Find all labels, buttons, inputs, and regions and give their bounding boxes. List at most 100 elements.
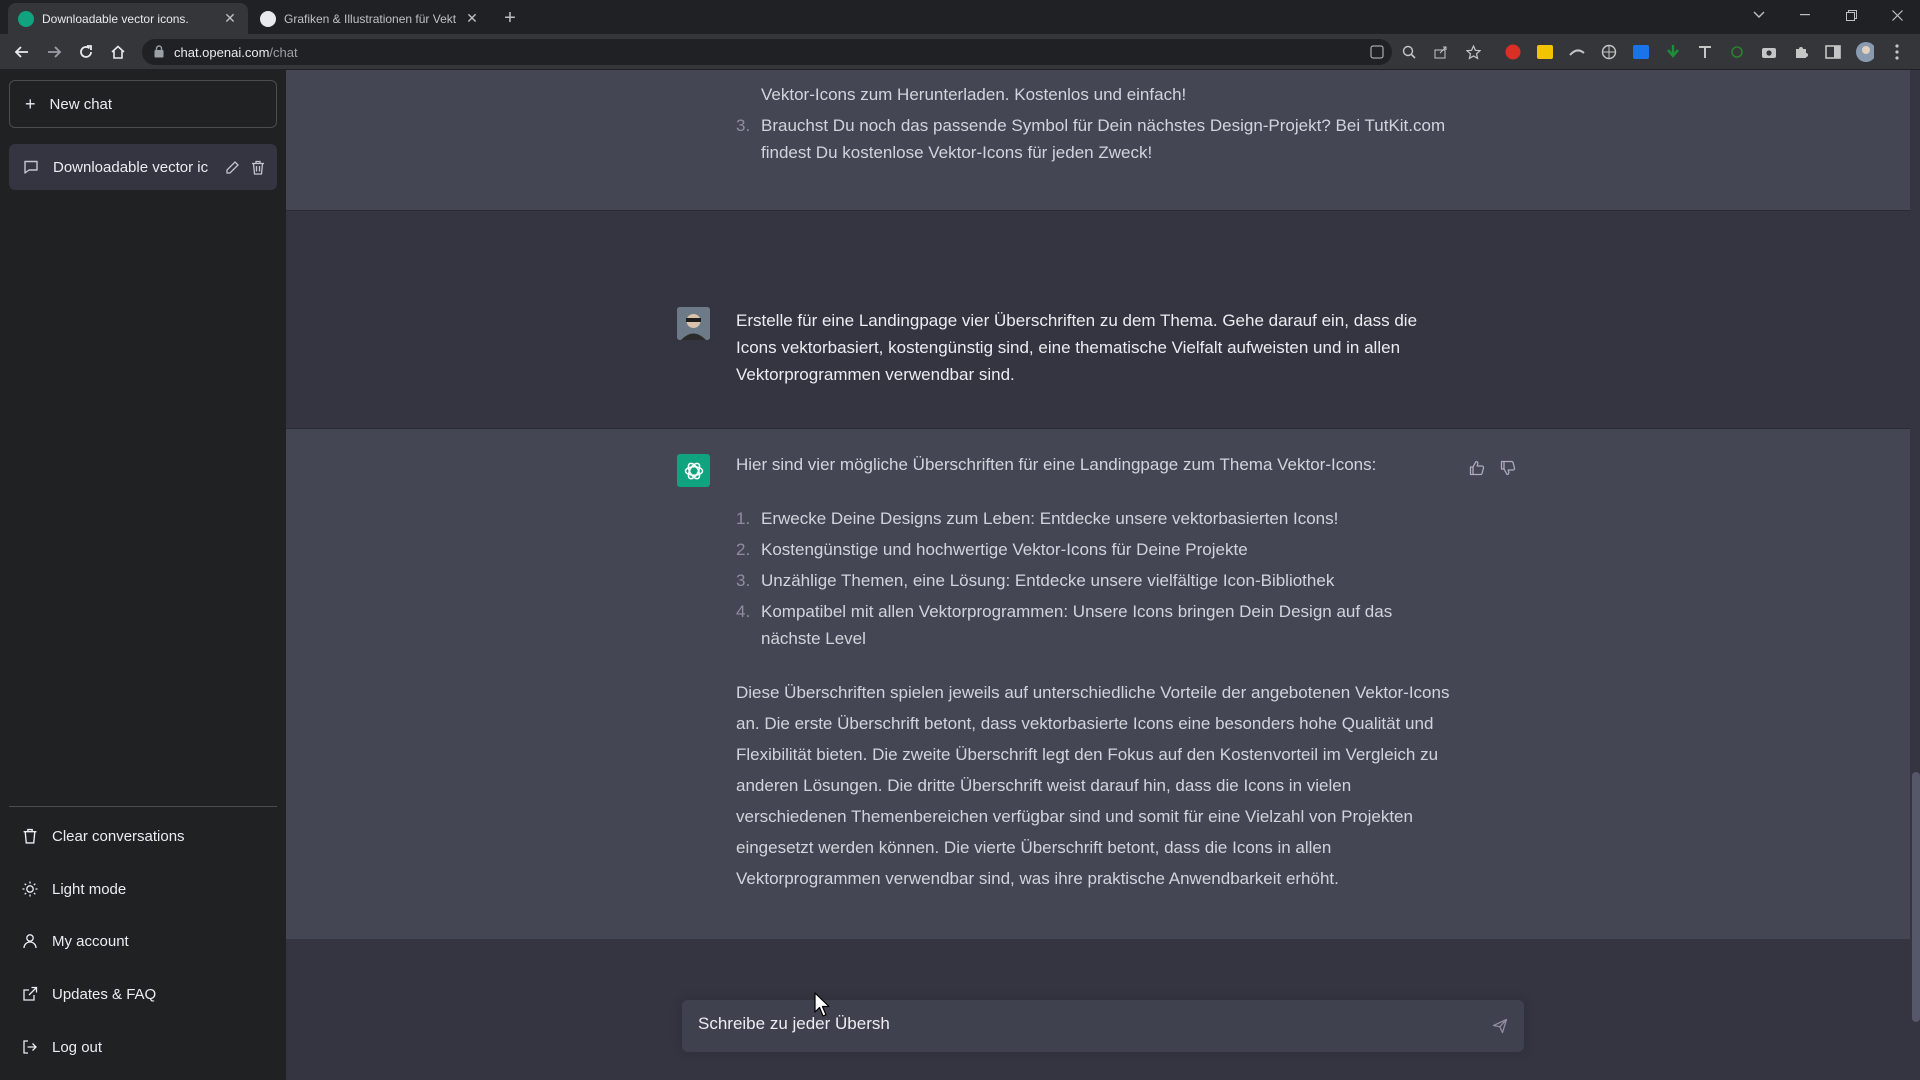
address-bar[interactable]: chat.openai.com/chat [142, 39, 1392, 65]
reply-paragraph: Diese Überschriften spielen jeweils auf … [736, 683, 1450, 888]
user-message-text: Erstelle für eine Landingpage vier Übers… [736, 311, 1418, 384]
list-item-text: Unzählige Themen, eine Lösung: Entdecke … [761, 571, 1335, 590]
window-close-icon[interactable] [1874, 0, 1920, 30]
tab-search-icon[interactable] [1736, 0, 1782, 30]
word-extension-icon[interactable] [1632, 43, 1650, 61]
list-number: 3. [736, 116, 751, 135]
list-item-text: Erwecke Deine Designs zum Leben: Entdeck… [761, 509, 1339, 528]
download-extension-icon[interactable] [1664, 43, 1682, 61]
new-chat-button[interactable]: + New chat [9, 80, 277, 128]
list-item: Vektor-Icons zum Herunterladen. Kostenlo… [736, 81, 1456, 108]
close-icon[interactable]: ✕ [222, 10, 238, 27]
tab-title: Grafiken & Illustrationen für Vekt [284, 11, 457, 26]
conversation-item[interactable]: Downloadable vector ic [9, 144, 277, 190]
thumbs-up-icon[interactable] [1466, 457, 1488, 479]
translate-icon[interactable] [1368, 43, 1386, 61]
tab-chatgpt[interactable]: Downloadable vector icons. ✕ [8, 3, 248, 34]
clear-conversations-button[interactable]: Clear conversations [9, 814, 277, 858]
user-message: Erstelle für eine Landingpage vier Übers… [286, 211, 1910, 429]
list-item-text: Vektor-Icons zum Herunterladen. Kostenlo… [761, 85, 1187, 104]
lock-icon[interactable] [154, 45, 164, 58]
reload-icon[interactable] [74, 40, 98, 64]
openai-logo-icon [677, 454, 710, 487]
new-tab-button[interactable]: + [498, 6, 522, 30]
light-mode-label: Light mode [52, 880, 127, 898]
previous-reply-text: Vektor-Icons zum Herunterladen. Kostenlo… [736, 81, 1456, 166]
restore-icon[interactable] [1828, 0, 1874, 30]
site-favicon-icon [260, 10, 276, 27]
tab-title: Downloadable vector icons. [42, 11, 189, 26]
logout-icon [22, 1039, 38, 1055]
plus-icon: + [25, 93, 36, 114]
globe-extension-icon[interactable] [1600, 43, 1618, 61]
light-mode-button[interactable]: Light mode [9, 867, 277, 911]
list-number: 1. [736, 509, 751, 528]
updates-faq-link[interactable]: Updates & FAQ [9, 972, 277, 1016]
scrollbar-thumb[interactable] [1912, 772, 1920, 1022]
my-account-label: My account [52, 932, 129, 950]
list-number: 4. [736, 602, 751, 621]
profile-avatar[interactable] [1856, 42, 1874, 62]
list-item: 1. Erwecke Deine Designs zum Leben: Entd… [736, 505, 1456, 532]
my-account-button[interactable]: My account [9, 919, 277, 963]
conversation-title: Downloadable vector ic [53, 158, 209, 176]
tools-extension-icon[interactable] [1696, 43, 1714, 61]
sun-icon [22, 881, 38, 897]
clear-conversations-label: Clear conversations [52, 827, 185, 845]
back-arrow-icon[interactable] [10, 40, 34, 64]
camera-extension-icon[interactable] [1760, 43, 1778, 61]
log-out-button[interactable]: Log out [9, 1025, 277, 1069]
share-icon[interactable] [1432, 43, 1450, 61]
side-panel-icon[interactable] [1824, 43, 1842, 61]
user-avatar [677, 307, 710, 340]
forward-arrow-icon[interactable] [42, 40, 66, 64]
headline-list: 1. Erwecke Deine Designs zum Leben: Entd… [736, 505, 1456, 652]
browser-toolbar: chat.openai.com/chat [0, 34, 1920, 70]
trash-icon [22, 828, 38, 844]
new-chat-label: New chat [49, 95, 113, 113]
browser-tab-bar: Downloadable vector icons. ✕ Grafiken & … [0, 0, 1920, 34]
list-item-text: Kompatibel mit allen Vektorprogrammen: U… [761, 602, 1393, 648]
minimize-icon[interactable] [1782, 0, 1828, 30]
list-item-text: Brauchst Du noch das passende Symbol für… [761, 116, 1446, 162]
updates-faq-label: Updates & FAQ [52, 985, 157, 1003]
mouse-cursor-icon [814, 992, 832, 1018]
thumbs-down-icon[interactable] [1497, 457, 1519, 479]
list-item-text: Kostengünstige und hochwertige Vektor-Ic… [761, 540, 1248, 559]
adblock-extension-icon[interactable] [1504, 43, 1522, 61]
chat-main: Vektor-Icons zum Herunterladen. Kostenlo… [286, 70, 1920, 1080]
notes-extension-icon[interactable] [1536, 43, 1554, 61]
url-host: chat.openai.com [174, 45, 270, 60]
leaf-extension-icon[interactable] [1728, 43, 1746, 61]
send-icon[interactable] [1488, 1014, 1512, 1038]
list-item: 2. Kostengünstige und hochwertige Vektor… [736, 536, 1456, 563]
trash-icon[interactable] [247, 156, 269, 178]
assistant-message: Hier sind vier mögliche Überschriften fü… [286, 429, 1910, 939]
log-out-label: Log out [52, 1038, 103, 1056]
list-number: 3. [736, 571, 751, 590]
url-path: /chat [269, 45, 298, 60]
edit-pencil-icon[interactable] [221, 156, 243, 178]
kebab-menu-icon[interactable] [1888, 43, 1906, 61]
zoom-icon[interactable] [1400, 43, 1418, 61]
home-icon[interactable] [106, 40, 130, 64]
user-icon [22, 933, 38, 949]
extensions-puzzle-icon[interactable] [1792, 43, 1810, 61]
list-item: 3. Unzählige Themen, eine Lösung: Entdec… [736, 567, 1456, 594]
sidebar-divider [9, 806, 277, 807]
openai-favicon-icon [18, 10, 34, 27]
assistant-message-previous: Vektor-Icons zum Herunterladen. Kostenlo… [286, 70, 1910, 211]
pen-extension-icon[interactable] [1568, 43, 1586, 61]
assistant-message-text: Hier sind vier mögliche Überschriften fü… [736, 451, 1456, 894]
message-composer[interactable] [682, 1000, 1524, 1052]
list-item: 3. Brauchst Du noch das passende Symbol … [736, 112, 1456, 166]
message-input[interactable] [698, 1014, 1458, 1034]
close-icon[interactable]: ✕ [464, 10, 480, 27]
list-number: 2. [736, 540, 751, 559]
reply-intro: Hier sind vier mögliche Überschriften fü… [736, 455, 1377, 474]
bookmark-star-icon[interactable] [1464, 43, 1482, 61]
url-text: chat.openai.com/chat [174, 45, 298, 60]
tab-grafiken[interactable]: Grafiken & Illustrationen für Vekt ✕ [250, 3, 490, 34]
chat-bubble-icon [23, 159, 39, 175]
sidebar: + New chat Downloadable vector ic Clear … [0, 70, 286, 1080]
